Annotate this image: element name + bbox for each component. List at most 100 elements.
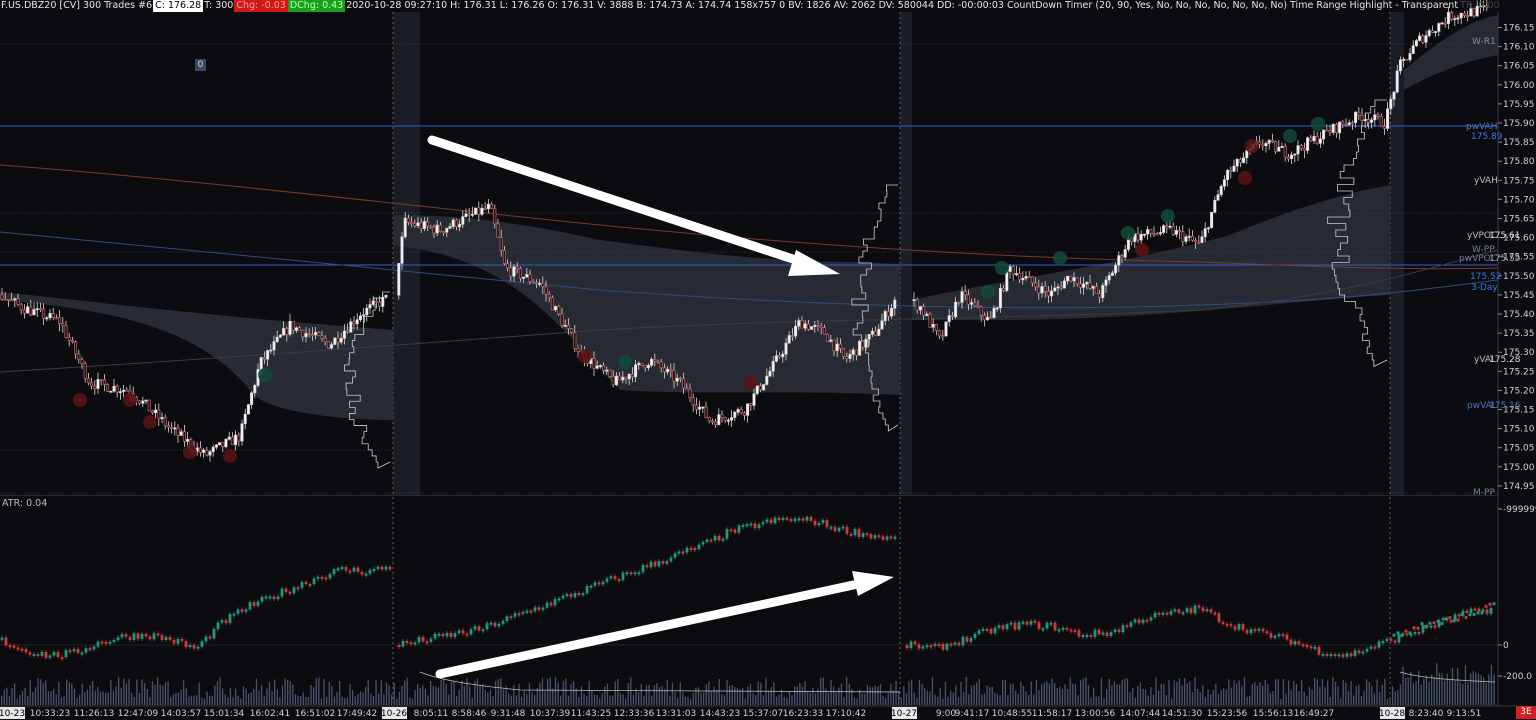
candle-body bbox=[1030, 276, 1034, 284]
volume-bar bbox=[188, 696, 190, 705]
candle-body bbox=[893, 299, 897, 309]
volume-bar bbox=[716, 689, 718, 705]
volume-bar bbox=[677, 697, 679, 705]
volume-bar bbox=[1441, 673, 1443, 705]
volume-bar bbox=[3, 689, 5, 705]
candle-body bbox=[93, 385, 97, 389]
volume-bar bbox=[1472, 671, 1474, 705]
chart-canvas[interactable]: 176.15176.10176.05176.00175.95175.90175.… bbox=[0, 0, 1536, 720]
volume-bar bbox=[328, 681, 330, 705]
volume-bar bbox=[718, 678, 720, 705]
candle-body bbox=[1459, 12, 1463, 19]
candle-body bbox=[448, 226, 452, 229]
volume-bar bbox=[411, 698, 414, 705]
volume-bar bbox=[682, 692, 684, 705]
candle-body bbox=[275, 336, 279, 342]
candle-body bbox=[1430, 30, 1434, 33]
volume-bar bbox=[453, 681, 455, 705]
candle-body bbox=[1453, 18, 1457, 21]
session-highlight bbox=[393, 12, 420, 496]
volume-bar bbox=[887, 693, 889, 705]
volume-bar bbox=[1490, 664, 1493, 705]
volume-bar bbox=[544, 691, 546, 705]
pane-divider[interactable] bbox=[0, 495, 1498, 496]
volume-bar bbox=[1324, 686, 1326, 705]
atr-candle bbox=[1193, 605, 1197, 614]
volume-bar bbox=[726, 680, 728, 705]
candle-body bbox=[758, 385, 762, 391]
volume-bar bbox=[367, 679, 369, 705]
volume-bar bbox=[934, 694, 936, 705]
candle-body bbox=[371, 300, 375, 305]
time-tick-label: 17:10:42 bbox=[826, 709, 866, 719]
candle-body bbox=[1101, 285, 1105, 299]
volume-bar bbox=[112, 690, 115, 705]
volume-bar bbox=[619, 692, 622, 705]
candle-body bbox=[400, 236, 404, 264]
candle-body bbox=[1338, 121, 1342, 134]
atr-candle bbox=[28, 652, 32, 655]
corner-badge[interactable]: 3E bbox=[1516, 706, 1536, 719]
atr-candle bbox=[1440, 622, 1444, 626]
atr-candle bbox=[108, 641, 112, 644]
candle-body bbox=[1123, 249, 1127, 258]
atr-candle bbox=[1157, 612, 1161, 615]
volume-bar bbox=[456, 696, 458, 705]
candle-body bbox=[1005, 271, 1009, 291]
atr-candle bbox=[637, 572, 641, 575]
volume-bar bbox=[604, 686, 606, 705]
value-band bbox=[1404, 15, 1498, 90]
atr-candle bbox=[701, 542, 705, 545]
candle-body bbox=[1200, 236, 1204, 243]
candle-body bbox=[1110, 272, 1114, 276]
volume-bar bbox=[463, 686, 466, 705]
atr-candle bbox=[0, 637, 4, 640]
time-tick-label: 14:51:30 bbox=[1162, 709, 1203, 719]
candle-body bbox=[349, 321, 353, 333]
atr-candle bbox=[1017, 622, 1021, 630]
candle-body bbox=[912, 299, 916, 302]
volume-bar bbox=[50, 691, 52, 705]
volume-bar bbox=[900, 698, 902, 705]
candle-body bbox=[1354, 111, 1358, 123]
volume-bar bbox=[1285, 693, 1287, 705]
volume-bar bbox=[383, 694, 385, 705]
volume-bar bbox=[1074, 684, 1077, 705]
volume-bar bbox=[1316, 679, 1318, 705]
atr-candle bbox=[148, 636, 152, 640]
volume-bar bbox=[289, 680, 291, 705]
candle-body bbox=[435, 224, 439, 234]
volume-bar bbox=[16, 698, 18, 705]
volume-bar bbox=[76, 697, 78, 705]
candle-body bbox=[198, 447, 202, 453]
candle-body bbox=[970, 302, 974, 305]
atr-candle bbox=[733, 529, 737, 533]
volume-bar bbox=[898, 690, 900, 705]
candle-body bbox=[1062, 280, 1066, 289]
candle-body bbox=[1376, 114, 1380, 117]
atr-candle bbox=[541, 607, 545, 610]
candle-body bbox=[211, 446, 215, 452]
atr-candle bbox=[1209, 609, 1213, 613]
volume-bar bbox=[1360, 695, 1363, 705]
volume-bar bbox=[365, 686, 367, 705]
volume-bar bbox=[866, 684, 869, 705]
volume-bar bbox=[427, 695, 429, 705]
volume-bar bbox=[1459, 681, 1461, 705]
volume-bar bbox=[1233, 680, 1235, 705]
candle-body bbox=[29, 306, 33, 316]
atr-candle bbox=[737, 525, 741, 533]
candle-body bbox=[163, 417, 167, 427]
candle-body bbox=[1014, 273, 1018, 275]
atr-candle bbox=[793, 518, 797, 522]
volume-bar bbox=[1100, 677, 1103, 705]
candle-body bbox=[957, 301, 961, 304]
volume-bar bbox=[1072, 683, 1074, 705]
atr-candle bbox=[232, 613, 236, 616]
candle-body bbox=[1232, 165, 1236, 172]
candle-body bbox=[1066, 275, 1070, 282]
atr-candle bbox=[1329, 654, 1333, 657]
volume-bar bbox=[417, 683, 419, 705]
candle-body bbox=[138, 400, 142, 404]
atr-candle bbox=[1113, 629, 1117, 633]
